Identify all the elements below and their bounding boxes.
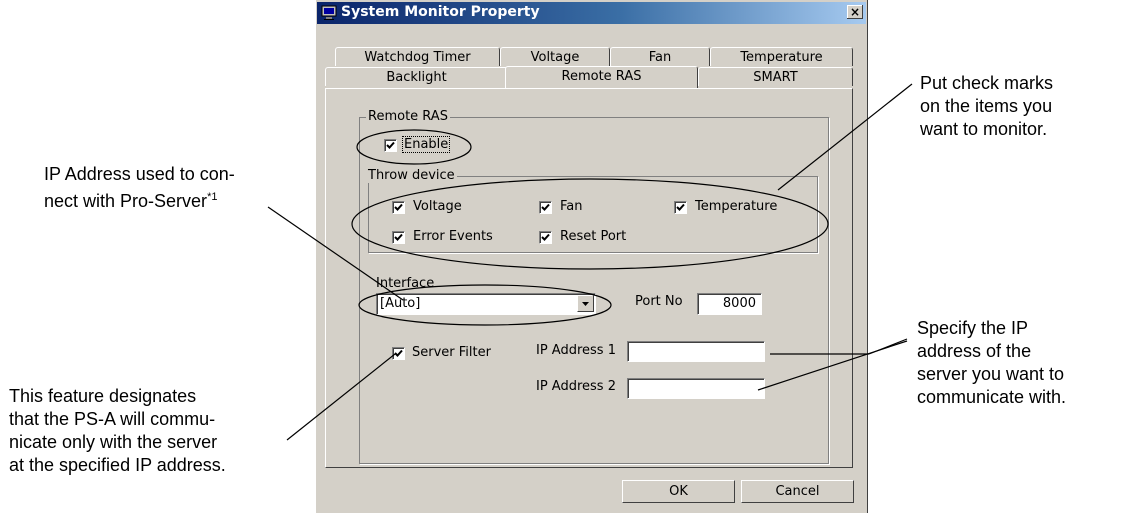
reset-port-label[interactable]: Reset Port <box>560 229 626 244</box>
checkmark-icon <box>394 233 403 241</box>
voltage-checkbox[interactable] <box>392 201 405 214</box>
checkmark-icon <box>676 203 685 211</box>
checkmark-icon <box>541 233 550 241</box>
annotation-line: nicate only with the server <box>9 432 218 452</box>
annotation-ip-address: IP Address used to con- nect with Pro-Se… <box>44 163 235 213</box>
enable-checkbox[interactable] <box>384 139 397 152</box>
leader-line-specify-ip-2 <box>868 338 908 355</box>
server-filter-label[interactable]: Server Filter <box>412 345 491 360</box>
tab-backlight[interactable]: Backlight <box>325 67 508 86</box>
ip-address-2-label: IP Address 2 <box>536 379 616 394</box>
ok-button[interactable]: OK <box>622 480 735 503</box>
annotation-checkmarks: Put check marks on the items you want to… <box>920 72 1053 141</box>
error-events-checkbox[interactable] <box>392 231 405 244</box>
fan-label[interactable]: Fan <box>560 199 583 214</box>
annotation-line: address of the <box>917 341 1032 361</box>
tab-smart[interactable]: SMART <box>698 67 853 86</box>
temperature-label[interactable]: Temperature <box>695 199 777 214</box>
enable-label[interactable]: Enable <box>401 136 451 153</box>
ip-address-1-label: IP Address 1 <box>536 343 616 358</box>
annotation-line: want to monitor. <box>920 119 1048 139</box>
cancel-button[interactable]: Cancel <box>741 480 854 503</box>
temperature-checkbox[interactable] <box>674 201 687 214</box>
annotation-server-filter: This feature designates that the PS-A wi… <box>9 385 226 477</box>
port-no-value: 8000 <box>722 296 756 311</box>
annotation-line: Specify the IP <box>917 318 1029 338</box>
close-button[interactable]: × <box>847 5 863 19</box>
window-title: System Monitor Property <box>341 4 540 20</box>
annotation-line: on the items you <box>920 96 1053 116</box>
server-filter-checkbox[interactable] <box>392 347 405 360</box>
checkmark-icon <box>394 349 403 357</box>
voltage-label[interactable]: Voltage <box>413 199 462 214</box>
chevron-down-icon <box>582 302 589 306</box>
annotation-line: at the specified IP address. <box>9 455 226 475</box>
error-events-label[interactable]: Error Events <box>413 229 493 244</box>
tab-temperature[interactable]: Temperature <box>710 47 853 66</box>
checkmark-icon <box>386 141 395 149</box>
annotation-line: IP Address used to con- <box>44 164 235 184</box>
monitor-icon <box>321 5 337 20</box>
annotation-line: server you want to <box>917 364 1065 384</box>
title-bar[interactable]: System Monitor Property × <box>317 2 866 24</box>
checkmark-icon <box>541 203 550 211</box>
tab-fan[interactable]: Fan <box>610 47 710 66</box>
annotation-line: nect with Pro-Server*1 <box>44 186 235 213</box>
annotation-line: communicate with. <box>917 387 1067 407</box>
footnote-marker: *1 <box>207 191 218 203</box>
port-no-label: Port No <box>635 294 683 309</box>
annotation-specify-ip: Specify the IP address of the server you… <box>917 317 1066 409</box>
ip-address-2-input[interactable] <box>627 378 765 399</box>
remote-ras-group-label: Remote RAS <box>366 109 450 124</box>
interface-select[interactable]: [Auto] <box>376 293 596 315</box>
checkmark-icon <box>394 203 403 211</box>
ip-address-1-input[interactable] <box>627 341 765 362</box>
annotation-text: nect with Pro-Server <box>44 191 208 211</box>
throw-device-group-label: Throw device <box>366 168 457 183</box>
tab-remote-ras[interactable]: Remote RAS <box>505 66 698 88</box>
tab-watchdog-timer[interactable]: Watchdog Timer <box>335 47 500 66</box>
port-no-input[interactable]: 8000 <box>697 293 762 315</box>
fan-checkbox[interactable] <box>539 201 552 214</box>
annotation-line: that the PS-A will commu- <box>9 409 216 429</box>
interface-label: Interface <box>376 276 435 291</box>
tab-voltage[interactable]: Voltage <box>500 47 610 66</box>
interface-value: [Auto] <box>380 296 421 311</box>
annotation-line: Put check marks <box>920 73 1054 93</box>
reset-port-checkbox[interactable] <box>539 231 552 244</box>
annotation-line: This feature designates <box>9 386 197 406</box>
dropdown-button[interactable] <box>577 295 594 312</box>
